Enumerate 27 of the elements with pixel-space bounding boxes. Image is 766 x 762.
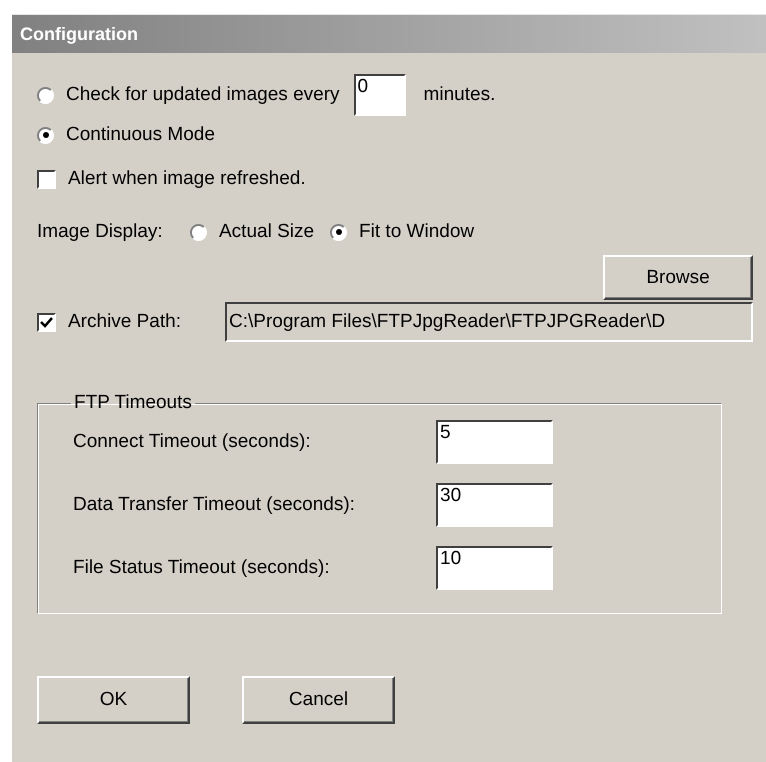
dialog-button[interactable]: Cancel — [242, 676, 395, 724]
browse-button[interactable]: Browse — [603, 255, 753, 300]
checkbox[interactable] — [37, 312, 56, 332]
field-label: Connect Timeout (seconds): — [73, 431, 312, 453]
radio-button[interactable] — [330, 224, 348, 240]
checkbox-label[interactable]: Alert when image refreshed. — [68, 168, 306, 190]
checkbox[interactable] — [37, 170, 56, 188]
field-label: Image Display: — [37, 221, 164, 243]
radio-button[interactable] — [37, 86, 54, 104]
radio-label[interactable]: Check for updated images every — [66, 84, 340, 106]
radio-label[interactable]: Actual Size — [219, 221, 314, 243]
window-title: Configuration — [20, 24, 138, 44]
timeout-field[interactable]: 10 — [436, 546, 553, 590]
radio-button[interactable] — [37, 126, 54, 144]
unit-label: minutes. — [424, 84, 496, 106]
minutes-field[interactable]: 0 — [354, 74, 406, 116]
timeout-field[interactable]: 30 — [436, 483, 553, 527]
group-title: FTP Timeouts — [73, 392, 193, 414]
field-label: Data Transfer Timeout (seconds): — [73, 494, 356, 516]
timeout-field[interactable]: 5 — [436, 420, 553, 464]
archive-path-field[interactable]: C:\Program Files\FTPJpgReader\FTPJPGReader\D — [225, 302, 753, 342]
radio-button[interactable] — [190, 224, 207, 240]
dialog-button[interactable]: OK — [37, 676, 190, 724]
radio-label[interactable]: Continuous Mode — [66, 124, 215, 146]
field-label: File Status Timeout (seconds): — [73, 557, 331, 579]
radio-label[interactable]: Fit to Window — [359, 221, 474, 243]
checkbox-label[interactable]: Archive Path: — [68, 311, 181, 333]
